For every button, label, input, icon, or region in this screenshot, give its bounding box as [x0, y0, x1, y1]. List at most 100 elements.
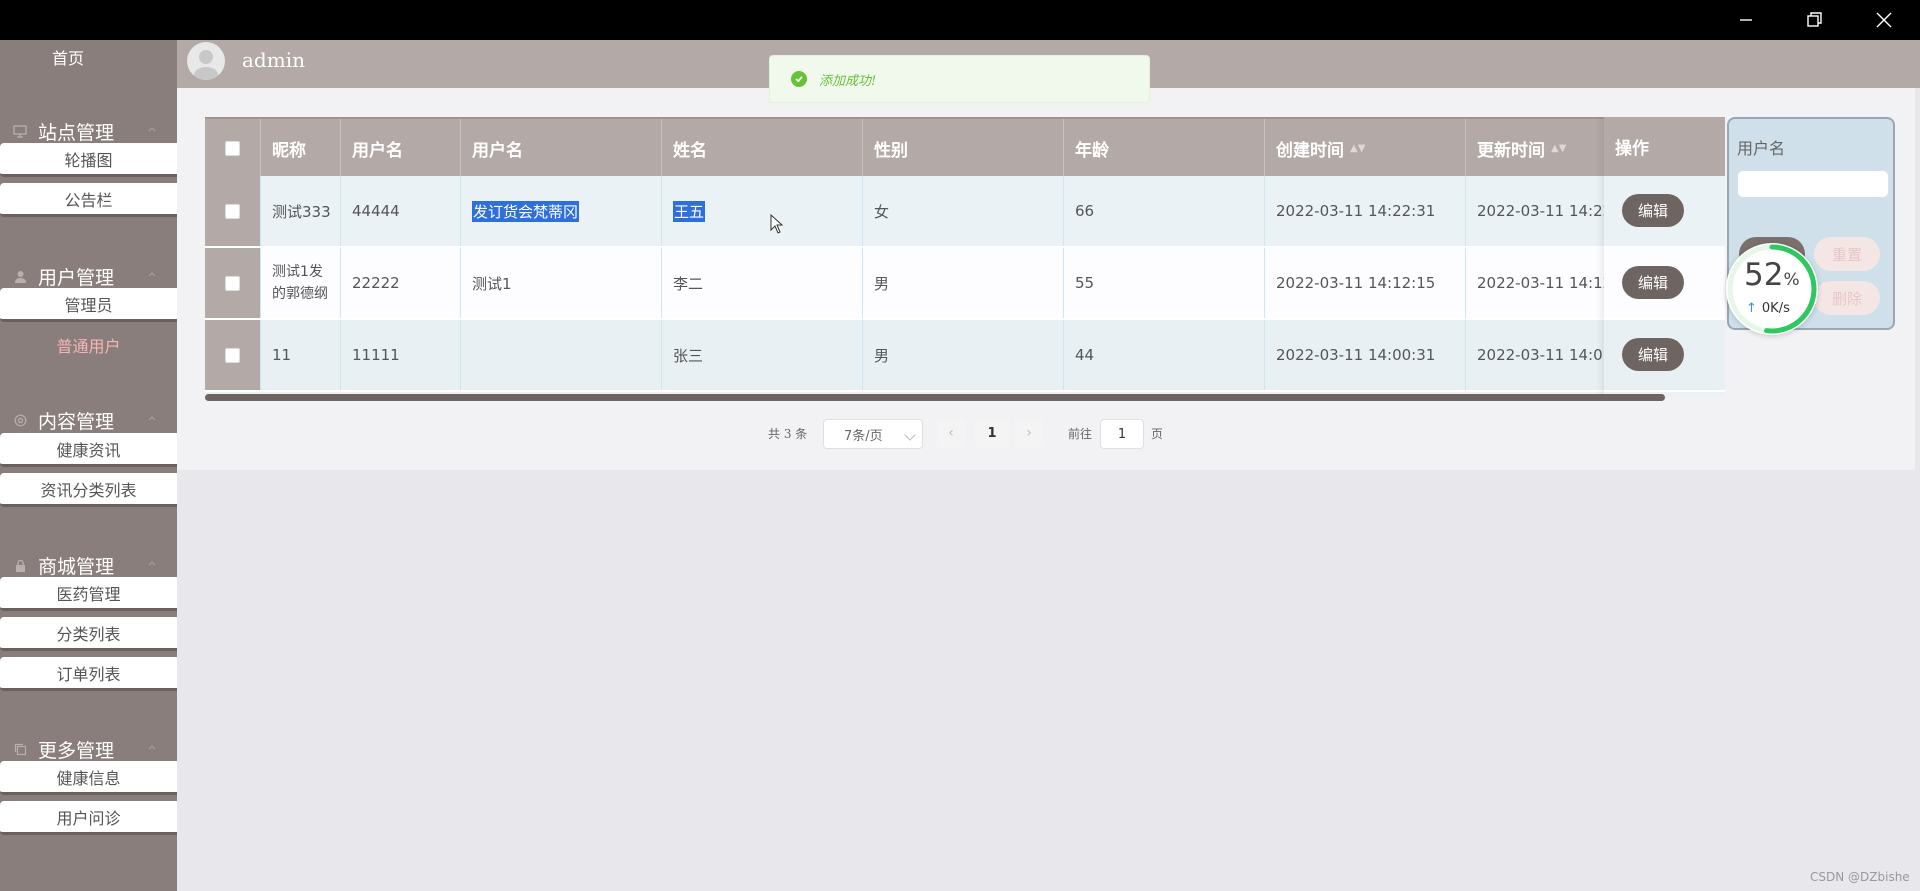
- cell-created: 2022-03-11 14:22:31: [1264, 176, 1465, 246]
- table-row: 测试1发的郭德纲 22222 测试1 李二 男 55 2022-03-11 14…: [205, 248, 1725, 320]
- avatar[interactable]: [187, 42, 225, 80]
- user-icon: [12, 268, 28, 284]
- monitor-icon: [12, 123, 28, 139]
- goto-label: 前往: [1068, 426, 1093, 441]
- sidebar-item-notice[interactable]: 公告栏: [0, 183, 177, 217]
- cell-name: 王五: [661, 176, 862, 246]
- row-select-cell: [205, 248, 260, 318]
- mouse-cursor-icon: [770, 214, 784, 234]
- col-updated-label: 更新时间: [1477, 141, 1545, 161]
- cell-name: 李二: [661, 248, 862, 318]
- sidebar-item-news-categories[interactable]: 资讯分类列表: [0, 473, 177, 507]
- cell-updated: 2022-03-11 14:12: [1465, 248, 1604, 318]
- sidebar-item-health-info[interactable]: 健康信息: [0, 761, 177, 795]
- success-toast: 添加成功!: [769, 55, 1150, 103]
- row-checkbox[interactable]: [225, 275, 240, 291]
- sidebar-item-categories[interactable]: 分类列表: [0, 617, 177, 651]
- cell-nickname: 测试333: [260, 176, 340, 246]
- delete-button[interactable]: 删除: [1814, 281, 1880, 315]
- col-updated[interactable]: 更新时间 ▲▼: [1465, 119, 1604, 178]
- speed-percent: 52%: [1744, 257, 1800, 293]
- cell-username: 44444: [340, 176, 460, 246]
- page-suffix: 页: [1151, 426, 1164, 441]
- col-username-2: 用户名: [460, 119, 661, 178]
- speed-rate: ↑ 0K/s: [1746, 301, 1790, 316]
- sidebar-item-orders[interactable]: 订单列表: [0, 657, 177, 691]
- search-input[interactable]: [1737, 170, 1889, 198]
- col-created[interactable]: 创建时间 ▲▼: [1264, 119, 1465, 178]
- col-nickname: 昵称: [260, 119, 340, 178]
- actions-column: 操作 编辑 编辑 编辑: [1604, 117, 1725, 396]
- table-header: 昵称 用户名 用户名 姓名 性别 年龄 创建时间 ▲▼ 更新时间 ▲▼ 操作: [205, 117, 1725, 178]
- cell-updated: 2022-03-11 14:01: [1465, 320, 1604, 390]
- chevron-up-icon: [148, 272, 156, 277]
- minimize-icon[interactable]: [1712, 0, 1780, 40]
- cell-age: 44: [1063, 320, 1264, 390]
- cell-age: 55: [1063, 248, 1264, 318]
- speed-percent-unit: %: [1783, 270, 1800, 290]
- sidebar-item-carousel[interactable]: 轮播图: [0, 143, 177, 177]
- cell-created: 2022-03-11 14:00:31: [1264, 320, 1465, 390]
- col-gender: 性别: [862, 119, 1063, 178]
- lock-icon: [12, 557, 28, 573]
- edit-button[interactable]: 编辑: [1622, 338, 1684, 371]
- sidebar-group-label: 用户管理: [38, 266, 115, 289]
- cell-nickname: 11: [260, 320, 340, 390]
- action-cell: 编辑: [1604, 320, 1725, 390]
- col-age: 年龄: [1063, 119, 1264, 178]
- edit-button[interactable]: 编辑: [1622, 194, 1684, 227]
- edit-button[interactable]: 编辑: [1622, 266, 1684, 299]
- action-cell: 编辑: [1604, 176, 1725, 246]
- page-number-current[interactable]: 1: [975, 419, 1009, 447]
- col-actions-header: 操作: [1604, 117, 1725, 176]
- circle-icon: [12, 412, 28, 428]
- sidebar-item-users[interactable]: 普通用户: [0, 328, 177, 362]
- horizontal-scrollbar[interactable]: [205, 394, 1665, 401]
- action-cell: 编辑: [1604, 248, 1725, 318]
- col-username: 用户名: [340, 119, 460, 178]
- close-icon[interactable]: [1850, 0, 1918, 40]
- row-checkbox[interactable]: [225, 347, 240, 363]
- cell-username: 22222: [340, 248, 460, 318]
- sidebar-item-home[interactable]: 首页: [0, 40, 136, 74]
- sort-icon[interactable]: ▲▼: [1551, 143, 1566, 154]
- sidebar-item-health-news[interactable]: 健康资讯: [0, 433, 177, 467]
- watermark: CSDN @DZbishe: [1810, 870, 1910, 884]
- network-speed-widget[interactable]: 52% ↑ 0K/s: [1726, 243, 1818, 335]
- select-all-checkbox[interactable]: [225, 141, 240, 156]
- sidebar-item-admins[interactable]: 管理员: [0, 288, 177, 322]
- restore-icon[interactable]: [1780, 0, 1848, 40]
- cell-username: 11111: [340, 320, 460, 390]
- sidebar-group-label: 商城管理: [38, 555, 115, 578]
- reset-button[interactable]: 重置: [1814, 237, 1880, 271]
- page-size-select[interactable]: 7条/页: [823, 419, 923, 449]
- goto-page-input[interactable]: 1: [1100, 419, 1144, 449]
- cell-name: 张三: [661, 320, 862, 390]
- speed-percent-value: 52: [1744, 257, 1784, 293]
- col-name: 姓名: [661, 119, 862, 178]
- chevron-left-icon: ‹: [948, 425, 954, 441]
- toast-message: 添加成功!: [819, 73, 877, 89]
- chevron-up-icon: [148, 416, 156, 421]
- search-label: 用户名: [1737, 139, 1786, 158]
- next-page-button[interactable]: ›: [1015, 419, 1043, 447]
- header-username[interactable]: admin: [242, 48, 305, 72]
- sidebar-group-label: 站点管理: [38, 121, 115, 144]
- cell-created: 2022-03-11 14:12:15: [1264, 248, 1465, 318]
- sidebar-item-medicine[interactable]: 医药管理: [0, 577, 177, 611]
- table-row: 测试333 44444 发订货会梵蒂冈 王五 女 66 2022-03-11 1…: [205, 176, 1725, 248]
- upload-arrow-icon: ↑: [1746, 301, 1757, 316]
- prev-page-button[interactable]: ‹: [937, 419, 965, 447]
- users-table: 昵称 用户名 用户名 姓名 性别 年龄 创建时间 ▲▼ 更新时间 ▲▼ 操作 测…: [205, 117, 1725, 396]
- table-row: 11 11111 张三 男 44 2022-03-11 14:00:31 202…: [205, 320, 1725, 392]
- chevron-right-icon: ›: [1026, 425, 1032, 441]
- page-size-value: 7条/页: [844, 428, 883, 444]
- cell-gender: 男: [862, 248, 1063, 318]
- cell-gender: 女: [862, 176, 1063, 246]
- row-checkbox[interactable]: [225, 203, 240, 219]
- speed-rate-value: 0K/s: [1761, 301, 1790, 316]
- chevron-down-icon: [904, 429, 916, 441]
- sidebar-item-consultation[interactable]: 用户问诊: [0, 801, 177, 835]
- sort-icon[interactable]: ▲▼: [1350, 143, 1365, 154]
- copy-icon: [12, 741, 28, 757]
